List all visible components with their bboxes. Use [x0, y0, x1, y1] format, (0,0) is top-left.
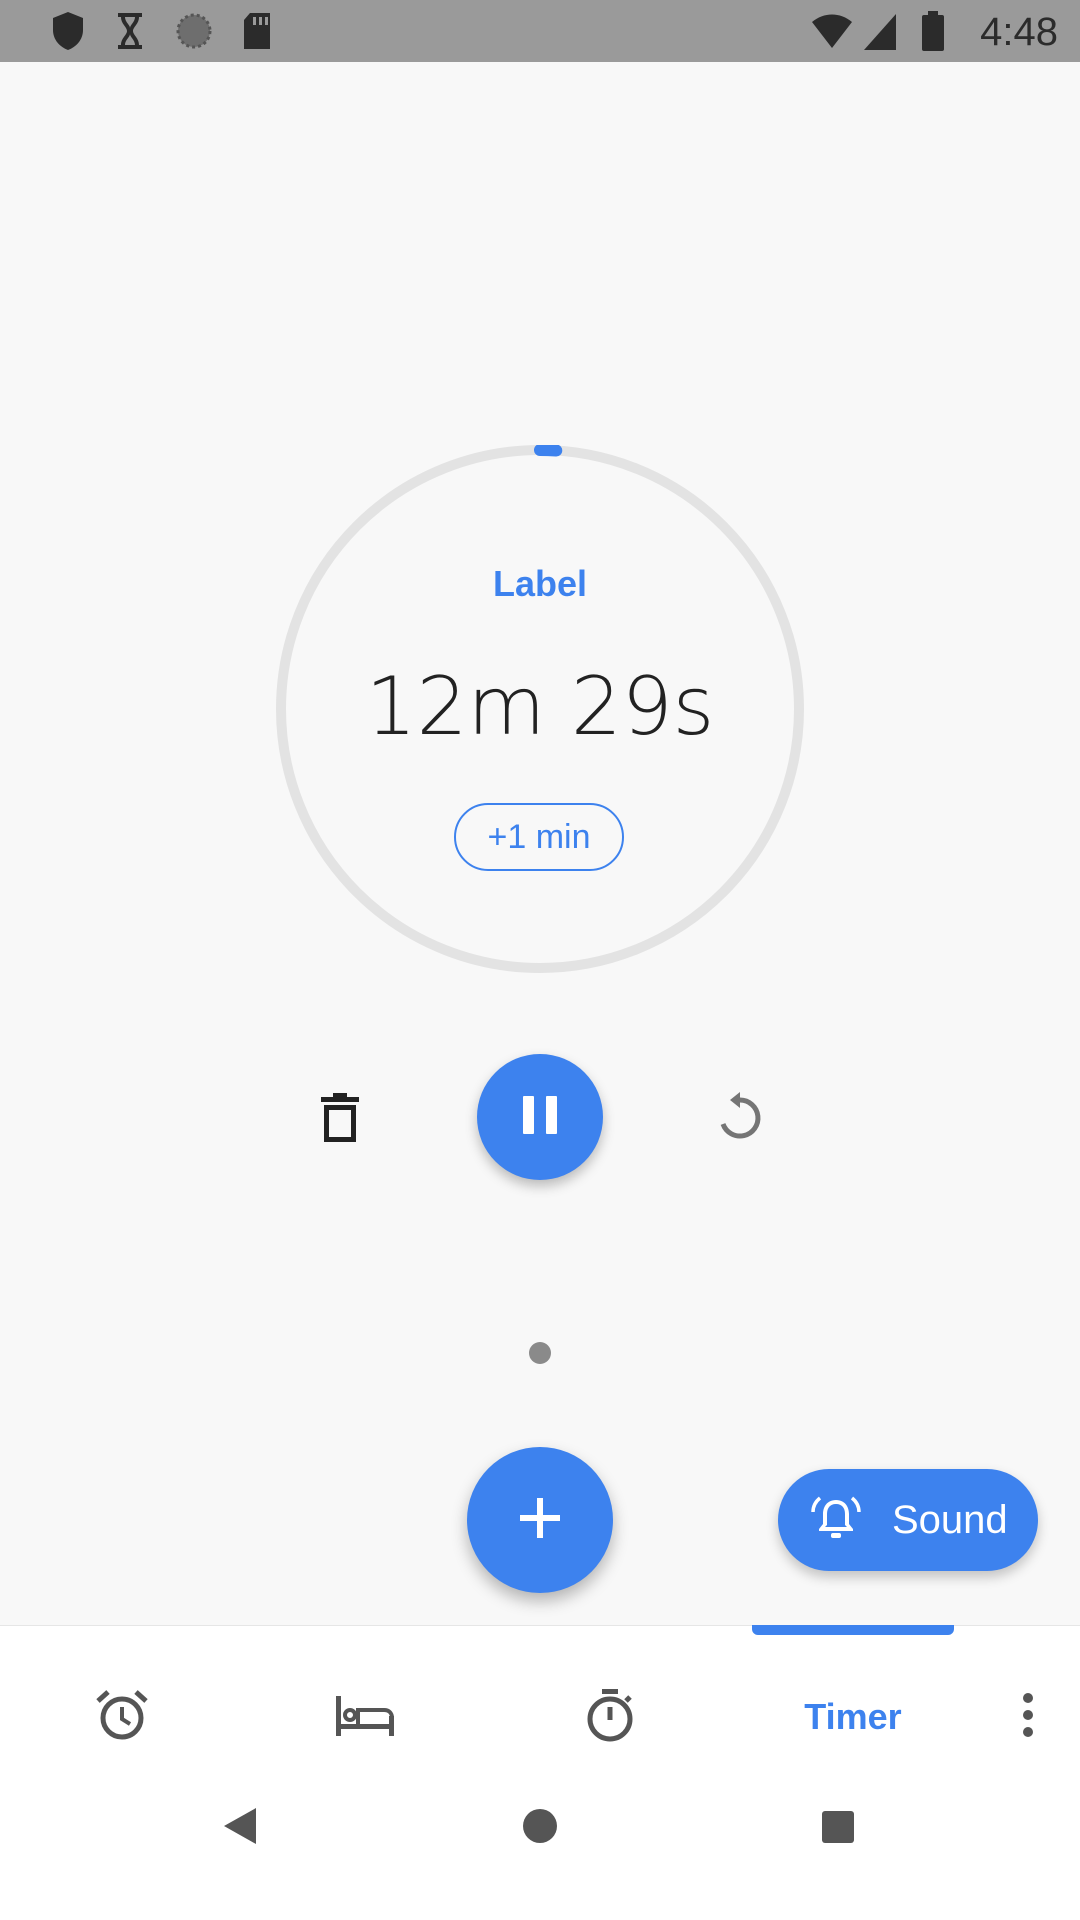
pause-icon	[520, 1094, 560, 1141]
hourglass-icon	[112, 10, 148, 57]
page-indicator-dot	[529, 1342, 551, 1364]
more-vert-icon	[1020, 1692, 1036, 1743]
pause-button[interactable]	[477, 1054, 603, 1180]
sd-card-icon	[240, 10, 274, 57]
more-options-button[interactable]	[1010, 1685, 1046, 1749]
timer-progress-arc	[534, 444, 563, 457]
delete-icon	[315, 1093, 365, 1148]
bed-icon	[334, 1690, 396, 1745]
add-minute-button[interactable]: +1 min	[454, 803, 624, 871]
tab-alarm[interactable]	[90, 1685, 154, 1749]
sound-button[interactable]: Sound	[778, 1469, 1038, 1571]
sync-icon	[174, 10, 214, 57]
add-timer-button[interactable]	[467, 1447, 613, 1593]
sound-label: Sound	[892, 1497, 1008, 1542]
status-bar: 4:48	[0, 0, 1080, 62]
signal-icon	[862, 10, 898, 57]
reset-button[interactable]	[712, 1090, 768, 1146]
alarm-clock-icon	[94, 1687, 150, 1748]
alarm-bell-icon	[810, 1492, 862, 1549]
status-time: 4:48	[980, 10, 1058, 54]
tab-bedtime[interactable]	[333, 1685, 397, 1749]
battery-icon	[920, 10, 946, 57]
wifi-icon	[810, 10, 854, 57]
recents-icon[interactable]	[821, 1810, 855, 1849]
timer-label[interactable]: Label	[0, 563, 1080, 605]
tab-timer[interactable]: Timer	[762, 1685, 944, 1749]
active-tab-indicator	[752, 1625, 954, 1635]
add-minute-label: +1 min	[487, 817, 591, 856]
system-navigation-bar	[0, 1770, 1080, 1920]
tab-timer-label: Timer	[804, 1696, 902, 1737]
shield-icon	[50, 10, 86, 57]
reset-icon	[712, 1092, 768, 1150]
home-icon[interactable]	[522, 1808, 558, 1849]
timer-remaining: 12m 29s	[365, 660, 715, 753]
back-icon[interactable]	[222, 1806, 258, 1851]
tab-stopwatch[interactable]	[578, 1685, 642, 1749]
plus-icon	[518, 1496, 562, 1545]
delete-button[interactable]	[315, 1092, 365, 1144]
stopwatch-icon	[582, 1687, 638, 1748]
